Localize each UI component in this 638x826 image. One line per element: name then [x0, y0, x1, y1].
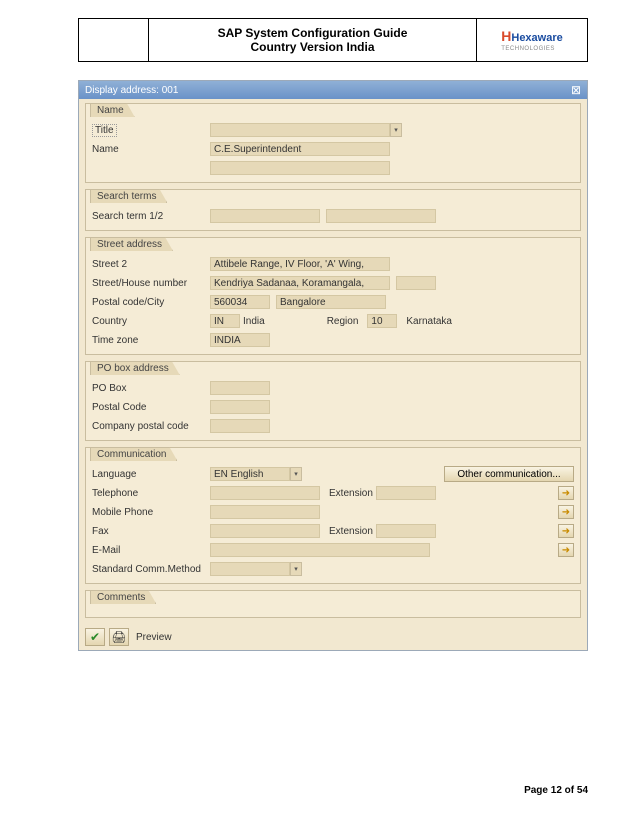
vendor-logo: HHexaware TECHNOLOGIES: [477, 19, 587, 61]
label-std: Standard Comm.Method: [92, 564, 210, 575]
region-name: Karnataka: [403, 316, 455, 327]
label-fax: Fax: [92, 526, 210, 537]
input-pobox-postal[interactable]: [210, 400, 270, 414]
group-legend-comm: Communication: [90, 447, 177, 461]
label-region: Region: [324, 316, 362, 327]
input-search2[interactable]: [326, 209, 436, 223]
other-communication-button[interactable]: Other communication...: [444, 466, 574, 482]
input-pobox[interactable]: [210, 381, 270, 395]
group-pobox: PO box address PO Box Postal Code Compan…: [85, 361, 581, 441]
input-house[interactable]: Kendriya Sadanaa, Koramangala,: [210, 276, 390, 290]
input-mobile[interactable]: [210, 505, 320, 519]
group-comments: Comments: [85, 590, 581, 618]
input-region[interactable]: 10: [367, 314, 397, 328]
input-city[interactable]: Bangalore: [276, 295, 386, 309]
label-title: Title: [92, 124, 117, 137]
input-tz[interactable]: INDIA: [210, 333, 270, 347]
label-pobox: PO Box: [92, 383, 210, 394]
country-name: India: [240, 316, 268, 327]
label-mobile: Mobile Phone: [92, 507, 210, 518]
dialog-toolbar: ✔ 🖨 Preview: [79, 624, 587, 650]
group-legend-name: Name: [90, 103, 135, 117]
arrow-right-icon[interactable]: ➜: [558, 486, 574, 500]
label-tel-ext: Extension: [326, 488, 376, 499]
input-std[interactable]: [210, 562, 290, 576]
group-legend-street: Street address: [90, 237, 173, 251]
input-tel[interactable]: [210, 486, 320, 500]
label-street2: Street 2: [92, 259, 210, 270]
doc-title: SAP System Configuration Guide Country V…: [149, 19, 477, 61]
arrow-right-icon[interactable]: ➜: [558, 505, 574, 519]
arrow-right-icon[interactable]: ➜: [558, 543, 574, 557]
group-communication: Communication Language EN English▾ Other…: [85, 447, 581, 584]
input-title[interactable]: [210, 123, 390, 137]
dropdown-icon[interactable]: ▾: [390, 123, 402, 137]
input-lang[interactable]: EN English: [210, 467, 290, 481]
doc-header: SAP System Configuration Guide Country V…: [78, 18, 588, 62]
group-legend-comments: Comments: [90, 590, 156, 604]
label-name: Name: [92, 144, 210, 155]
group-legend-search: Search terms: [90, 189, 167, 203]
input-houseno[interactable]: [396, 276, 436, 290]
check-button[interactable]: ✔: [85, 628, 105, 646]
page-number: Page 12 of 54: [524, 785, 588, 796]
label-country: Country: [92, 316, 210, 327]
sap-dialog: Display address: 001 ⊠ Name Title ▾ Name…: [78, 80, 588, 651]
input-company-postal[interactable]: [210, 419, 270, 433]
label-tz: Time zone: [92, 335, 210, 346]
label-lang: Language: [92, 469, 210, 480]
print-icon[interactable]: 🖨: [109, 628, 129, 646]
input-name[interactable]: C.E.Superintendent: [210, 142, 390, 156]
input-search1[interactable]: [210, 209, 320, 223]
label-email: E-Mail: [92, 545, 210, 556]
input-tel-ext[interactable]: [376, 486, 436, 500]
preview-label: Preview: [133, 632, 175, 643]
input-postal[interactable]: 560034: [210, 295, 270, 309]
label-postal: Postal code/City: [92, 297, 210, 308]
input-country[interactable]: IN: [210, 314, 240, 328]
dialog-title-bar: Display address: 001 ⊠: [79, 81, 587, 99]
label-fax-ext: Extension: [326, 526, 376, 537]
input-name2[interactable]: [210, 161, 390, 175]
header-spacer: [79, 19, 149, 61]
label-house: Street/House number: [92, 278, 210, 289]
arrow-right-icon[interactable]: ➜: [558, 524, 574, 538]
label-tel: Telephone: [92, 488, 210, 499]
input-fax-ext[interactable]: [376, 524, 436, 538]
dialog-title: Display address: 001: [85, 85, 178, 96]
dropdown-icon[interactable]: ▾: [290, 562, 302, 576]
group-search: Search terms Search term 1/2: [85, 189, 581, 231]
group-name: Name Title ▾ Name C.E.Superintendent: [85, 103, 581, 183]
dropdown-icon[interactable]: ▾: [290, 467, 302, 481]
input-street2[interactable]: Attibele Range, IV Floor, 'A' Wing,: [210, 257, 390, 271]
label-search: Search term 1/2: [92, 211, 210, 222]
input-fax[interactable]: [210, 524, 320, 538]
close-icon[interactable]: ⊠: [571, 83, 581, 97]
label-pobox-postal: Postal Code: [92, 402, 210, 413]
input-email[interactable]: [210, 543, 430, 557]
group-street: Street address Street 2 Attibele Range, …: [85, 237, 581, 355]
label-company-postal: Company postal code: [92, 421, 210, 432]
group-legend-pobox: PO box address: [90, 361, 180, 375]
